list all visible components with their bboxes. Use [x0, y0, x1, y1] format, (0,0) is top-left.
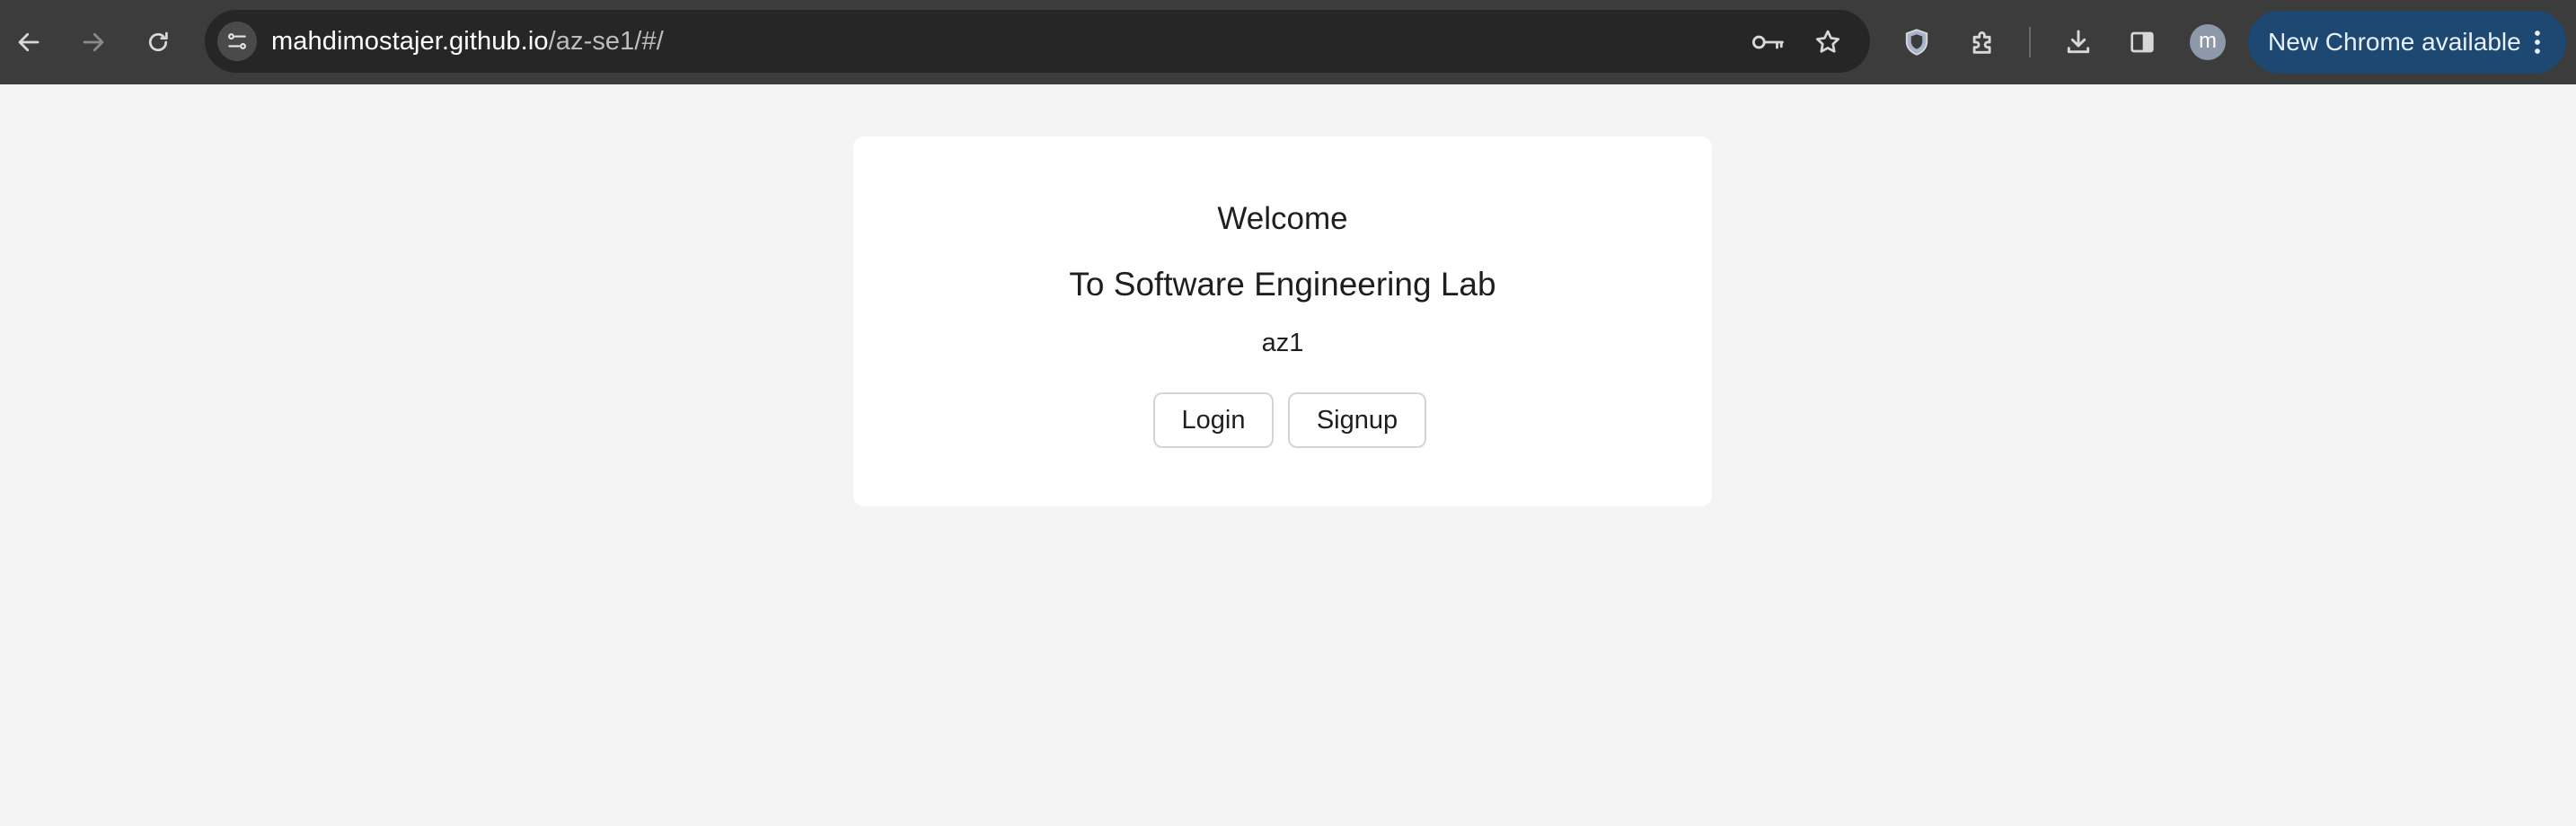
username-label: az1	[1261, 329, 1304, 357]
side-panel-button[interactable]	[2122, 22, 2162, 62]
download-icon	[2067, 30, 2090, 54]
reload-button[interactable]	[138, 24, 178, 60]
profile-avatar[interactable]: m	[2190, 24, 2226, 60]
star-icon	[1815, 30, 1840, 53]
toolbar-divider	[2029, 27, 2031, 57]
shield-extension-button[interactable]	[1897, 22, 1936, 62]
welcome-heading: Welcome	[1217, 201, 1348, 236]
site-info-button[interactable]	[217, 22, 257, 61]
extensions-button[interactable]	[1963, 22, 2003, 62]
key-icon	[1751, 35, 1784, 49]
arrow-left-icon	[18, 32, 40, 52]
address-host: mahdimostajer.github.io	[271, 27, 549, 56]
chrome-update-label[interactable]: New Chrome available	[2268, 27, 2521, 57]
bookmark-button[interactable]	[1808, 24, 1848, 60]
kebab-menu-icon	[2535, 31, 2540, 54]
back-button[interactable]	[9, 24, 49, 60]
forward-button[interactable]	[74, 24, 113, 60]
signup-button[interactable]: Signup	[1288, 392, 1426, 448]
address-url[interactable]: mahdimostajer.github.io/az-se1/#/	[271, 25, 664, 57]
arrow-right-icon	[83, 32, 104, 52]
tune-icon	[228, 33, 246, 49]
reload-icon	[148, 31, 168, 52]
side-panel-icon	[2130, 31, 2154, 53]
puzzle-icon	[1972, 31, 1991, 54]
downloads-button[interactable]	[2059, 22, 2098, 62]
welcome-card	[853, 136, 1712, 506]
lab-subtitle: To Software Engineering Lab	[1069, 266, 1496, 303]
login-button[interactable]: Login	[1153, 392, 1274, 448]
passwords-button[interactable]	[1749, 24, 1788, 60]
address-path: /az-se1/#/	[548, 27, 664, 56]
chrome-menu-button[interactable]	[2519, 24, 2555, 60]
shield-icon	[1905, 29, 1928, 56]
